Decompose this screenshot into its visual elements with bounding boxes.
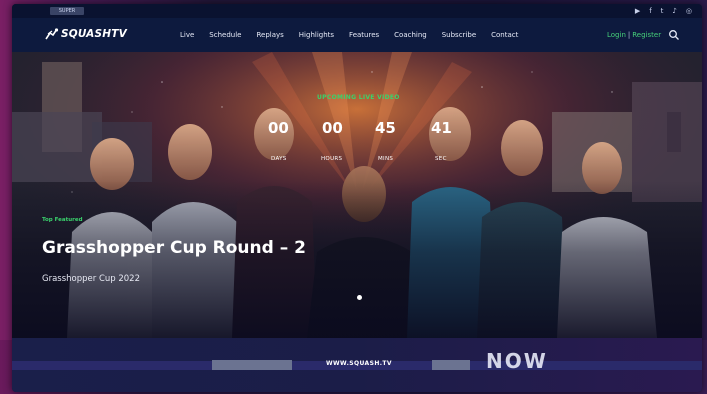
promo-big-text: NOW [486, 349, 548, 373]
countdown-mins-value: 45 [375, 119, 396, 137]
promo-thumbnail [212, 360, 292, 370]
login-link[interactable]: Login [607, 31, 626, 39]
logo-text: SQUASHTV [61, 28, 127, 40]
site-logo[interactable]: SQUASHTV [44, 27, 127, 41]
hero-title[interactable]: Grasshopper Cup Round – 2 [42, 238, 306, 258]
partner-badge[interactable]: SUPER [50, 7, 84, 15]
nav-item-highlights[interactable]: Highlights [299, 30, 334, 40]
tiktok-icon[interactable]: ♪ [672, 6, 676, 16]
auth-links: Login | Register [607, 30, 661, 40]
browser-window: SUPER ▶ f t ♪ ◎ SQUASHTV Live Schedule R… [12, 4, 702, 392]
instagram-icon[interactable]: ◎ [686, 6, 692, 16]
carousel-dot-active[interactable] [357, 295, 362, 300]
squash-player-icon [45, 28, 59, 40]
youtube-icon[interactable]: ▶ [635, 6, 640, 16]
nav-item-features[interactable]: Features [349, 30, 379, 40]
countdown-mins-label: MINS [378, 156, 394, 162]
countdown-sec-label: SEC [435, 156, 447, 162]
search-icon[interactable] [668, 29, 680, 41]
twitter-icon[interactable]: t [661, 6, 664, 16]
main-nav: SQUASHTV Live Schedule Replays Highlight… [12, 18, 702, 52]
nav-item-contact[interactable]: Contact [491, 30, 518, 40]
countdown-sec-value: 41 [431, 119, 452, 137]
hero-subtitle: Grasshopper Cup 2022 [42, 274, 141, 284]
top-strip: SUPER ▶ f t ♪ ◎ [12, 4, 702, 18]
nav-item-coaching[interactable]: Coaching [394, 30, 427, 40]
promo-url: WWW.SQUASH.TV [326, 360, 392, 367]
countdown-hours-label: HOURS [321, 156, 343, 162]
countdown-days-value: 00 [268, 119, 289, 137]
nav-item-live[interactable]: Live [180, 30, 194, 40]
nav-item-subscribe[interactable]: Subscribe [442, 30, 476, 40]
nav-menu: Live Schedule Replays Highlights Feature… [180, 30, 533, 40]
facebook-icon[interactable]: f [649, 6, 651, 16]
promo-thumbnail [432, 360, 470, 370]
auth-separator: | [627, 31, 631, 39]
register-link[interactable]: Register [632, 31, 661, 39]
social-links: ▶ f t ♪ ◎ [635, 6, 692, 16]
nav-item-replays[interactable]: Replays [256, 30, 283, 40]
countdown-hours-value: 00 [322, 119, 343, 137]
countdown-days-label: DAYS [271, 156, 287, 162]
featured-tag: Top Featured [42, 217, 83, 223]
countdown-title: UPCOMING LIVE VIDEO [317, 94, 400, 101]
nav-item-schedule[interactable]: Schedule [209, 30, 241, 40]
